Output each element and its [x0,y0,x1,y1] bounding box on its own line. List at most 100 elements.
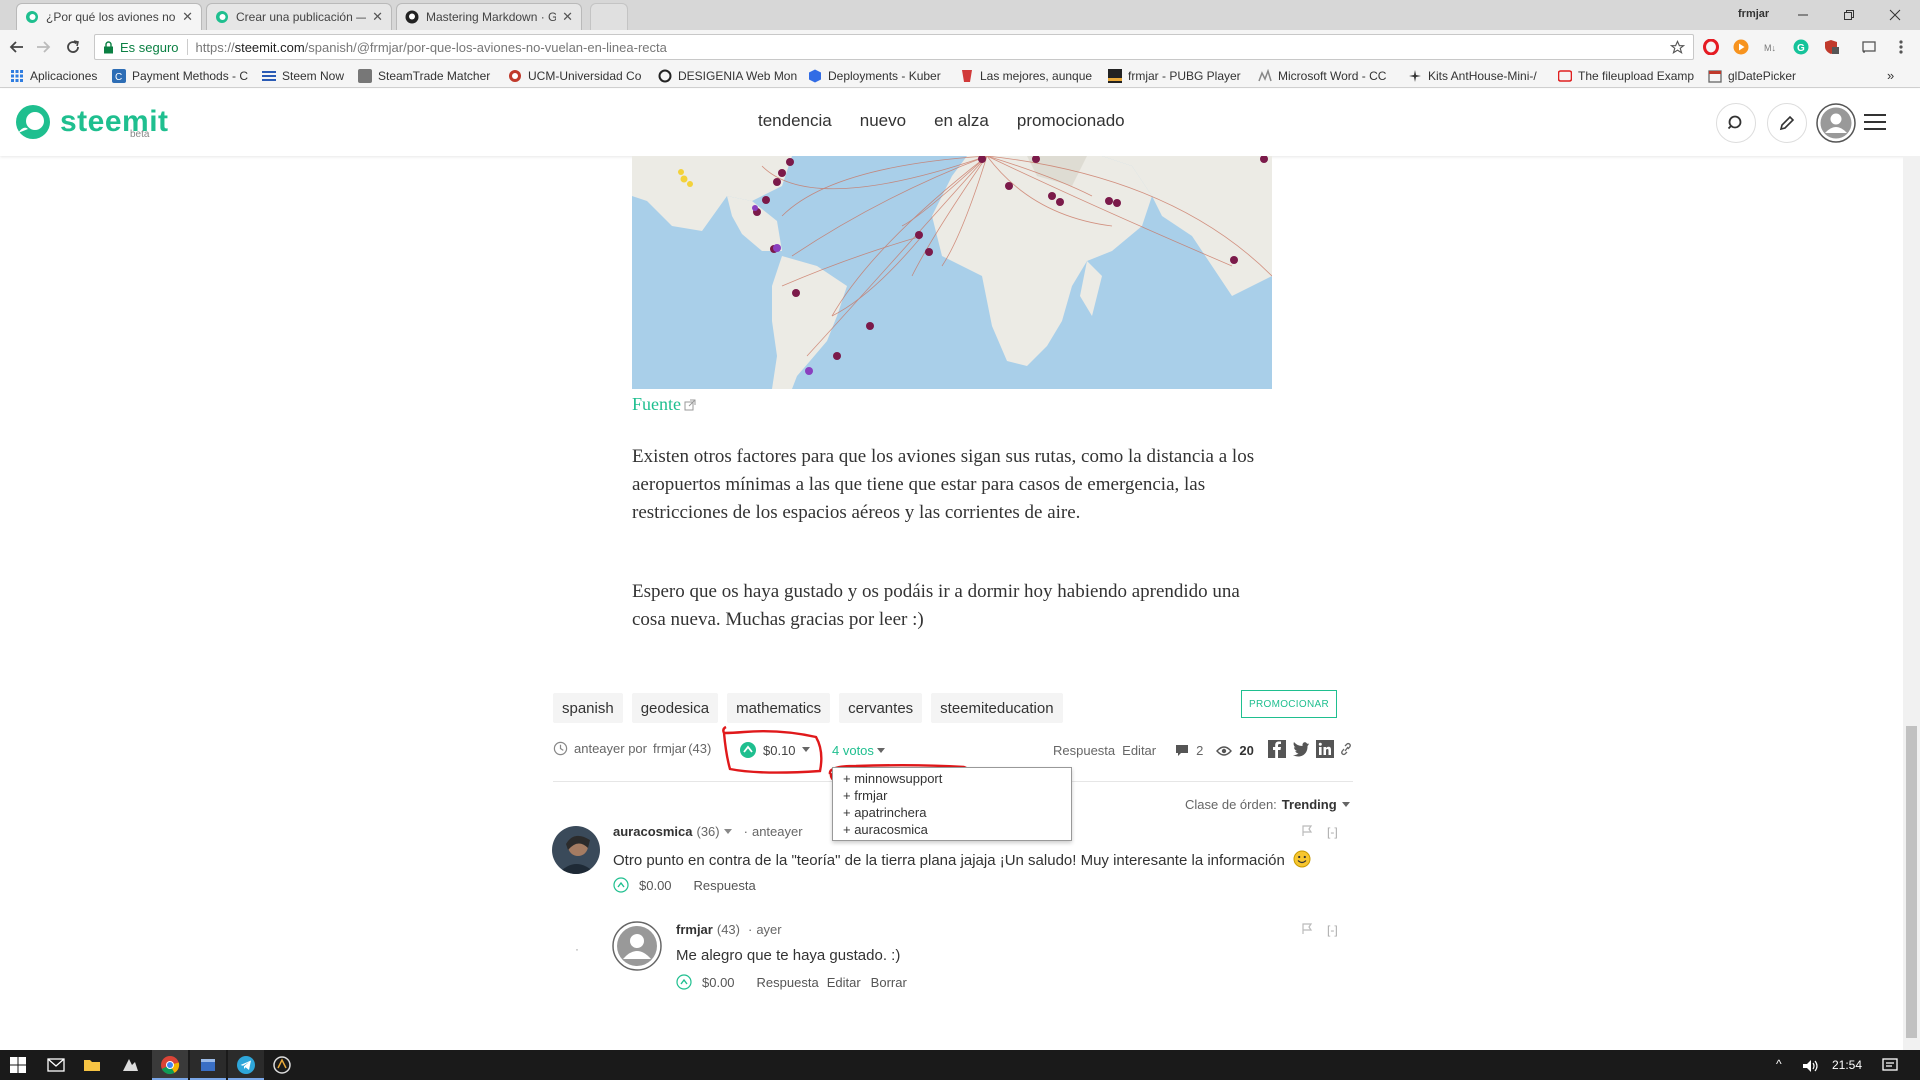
nav-promoted[interactable]: promocionado [1017,111,1125,131]
promote-button[interactable]: PROMOCIONAR [1241,690,1337,718]
nav-hot[interactable]: en alza [934,111,989,131]
browser-tab[interactable]: Mastering Markdown · G ✕ [396,3,582,30]
taskbar-app[interactable] [228,1050,264,1080]
comment-avatar[interactable] [612,921,662,971]
bookmark-item[interactable]: UCM-Universidad Co [508,68,646,84]
voter-item[interactable]: + frmjar [843,787,1061,804]
comment-payout[interactable]: $0.00 [702,975,735,990]
payout-area[interactable]: $0.10 [739,741,810,759]
nav-new[interactable]: nuevo [860,111,906,131]
voter-item[interactable]: + apatrinchera [843,804,1061,821]
caret-down-icon[interactable] [801,747,810,753]
bookmark-item[interactable]: frmjar - PUBG Player [1108,68,1242,84]
comment-avatar[interactable] [552,826,600,874]
bookmark-item[interactable]: The fileupload Examp [1558,68,1698,84]
mail-icon[interactable] [46,1055,66,1075]
bookmark-apps[interactable]: Aplicaciones [10,68,106,84]
post-author[interactable]: frmjar [653,741,686,756]
comment-payout[interactable]: $0.00 [639,878,672,893]
new-tab-button[interactable] [590,3,628,30]
bookmark-item[interactable]: Las mejores, aunque [960,68,1094,84]
nav-trending[interactable]: tendencia [758,111,832,131]
bookmark-item[interactable]: Deployments - Kuber [808,68,948,84]
collapse-toggle[interactable]: [-] [1327,923,1338,937]
tray-chevron-icon[interactable]: ^ [1776,1057,1782,1071]
comment-time[interactable]: anteayer [752,824,803,839]
voter-item[interactable]: + auracosmica [843,821,1061,838]
file-explorer-icon[interactable] [82,1055,102,1075]
twitter-icon[interactable] [1292,740,1310,758]
app-icon[interactable] [272,1055,292,1075]
play-extension-icon[interactable] [1733,39,1749,55]
reply-link[interactable]: Respuesta [1053,743,1115,758]
linkedin-icon[interactable] [1316,740,1334,758]
bookmark-star-icon[interactable] [1670,40,1685,55]
bookmark-item[interactable]: DESIGENIA Web Mon [658,68,798,84]
caret-down-icon[interactable] [723,828,732,835]
bookmark-item[interactable]: glDatePicker [1708,68,1818,84]
comment-delete-link[interactable]: Borrar [871,975,907,990]
taskbar-clock[interactable]: 21:54 [1832,1058,1862,1072]
upvote-icon[interactable] [739,741,757,759]
opera-extension-icon[interactable] [1703,39,1719,55]
cast-icon[interactable] [1861,39,1877,55]
menu-dots-icon[interactable] [1893,39,1909,55]
search-button[interactable] [1716,103,1756,143]
comment-edit-link[interactable]: Editar [827,975,861,990]
scrollbar-thumb[interactable] [1906,726,1917,1038]
reload-icon[interactable] [62,36,84,58]
bookmark-item[interactable]: C Payment Methods - C [112,68,248,84]
windows-start-icon[interactable] [8,1055,28,1075]
comment-reply-link[interactable]: Respuesta [757,975,819,990]
close-tab-icon[interactable]: ✕ [372,9,383,25]
source-link[interactable]: Fuente [632,394,696,415]
url-bar[interactable]: Es seguro https://steemit.com/spanish/@f… [94,34,1694,60]
shield-extension-icon[interactable] [1823,39,1839,55]
flag-icon[interactable] [1301,923,1313,935]
comment-author[interactable]: auracosmica [613,824,693,839]
browser-tab[interactable]: Crear una publicación — ✕ [206,3,392,30]
bookmark-item[interactable]: Steem Now [262,68,354,84]
notifications-icon[interactable] [1880,1055,1900,1075]
browser-tab-active[interactable]: ¿Por qué los aviones no ✕ [16,3,202,30]
comment-author[interactable]: frmjar [676,922,713,937]
taskbar-chrome-active[interactable] [152,1050,188,1080]
votes-dropdown-toggle[interactable]: 4 votos [832,743,885,758]
flag-icon[interactable] [1301,825,1313,837]
tag-geodesica[interactable]: geodesica [631,693,719,723]
close-window-icon[interactable] [1872,2,1918,28]
facebook-icon[interactable] [1268,740,1286,758]
payout-value[interactable]: $0.10 [763,743,796,758]
sort-value[interactable]: Trending [1282,797,1337,812]
markdown-extension-icon[interactable]: M↓ [1763,39,1779,55]
tag-mathematics[interactable]: mathematics [727,693,831,723]
url-text[interactable]: https://steemit.com/spanish/@frmjar/por-… [196,40,667,55]
tag-cervantes[interactable]: cervantes [839,693,923,723]
minimize-icon[interactable] [1780,2,1826,28]
comment-time[interactable]: ayer [756,922,781,937]
bookmark-item[interactable]: Kits AntHouse-Mini-/ [1408,68,1544,84]
edit-link[interactable]: Editar [1122,743,1156,758]
taskbar-app[interactable] [190,1050,226,1080]
voter-item[interactable]: + minnowsupport [843,770,1061,787]
tag-spanish[interactable]: spanish [553,693,623,723]
bookmarks-overflow-button[interactable]: » [1887,68,1894,83]
close-tab-icon[interactable]: ✕ [182,9,193,25]
caret-down-icon[interactable] [1341,801,1350,808]
collapse-toggle[interactable]: [-] [1327,825,1338,839]
submit-story-button[interactable] [1767,103,1807,143]
bookmark-item[interactable]: Microsoft Word - CC [1258,68,1394,84]
tag-steemiteducation[interactable]: steemiteducation [931,693,1063,723]
back-arrow-icon[interactable] [6,36,28,58]
upvote-icon[interactable] [613,877,629,893]
restore-icon[interactable] [1826,2,1872,28]
steam-icon[interactable] [120,1055,140,1075]
browser-profile-name[interactable]: frmjar [1738,8,1769,20]
comment-reply-link[interactable]: Respuesta [694,878,756,893]
forward-arrow-icon[interactable] [32,36,54,58]
grammarly-extension-icon[interactable]: G [1793,39,1809,55]
user-avatar-button[interactable] [1816,103,1856,143]
close-tab-icon[interactable]: ✕ [562,9,573,25]
bookmark-item[interactable]: SteamTrade Matcher [358,68,492,84]
upvote-icon[interactable] [676,974,692,990]
